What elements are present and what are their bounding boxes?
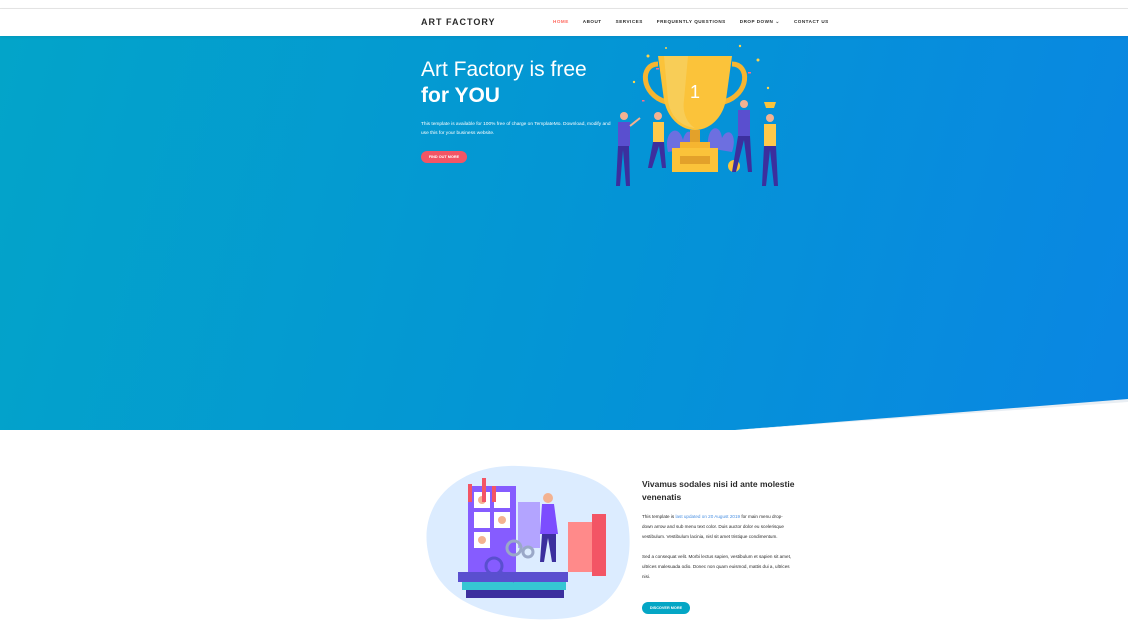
site-logo[interactable]: ART FACTORY xyxy=(421,17,496,27)
about-paragraph-2: Sed a consequat velit. Morbi lectus sapi… xyxy=(642,554,792,579)
find-out-more-button[interactable]: FIND OUT MORE xyxy=(421,151,467,163)
nav-drop-down-label: DROP DOWN xyxy=(739,19,774,24)
hero-title-line2: for YOU xyxy=(421,84,500,107)
about-text: This template is last updated on 20 Augu… xyxy=(642,512,792,582)
nav-about[interactable]: ABOUT xyxy=(583,19,602,25)
last-updated-link[interactable]: last updated on 20 August 2019 xyxy=(675,514,740,519)
about-illustration xyxy=(426,465,630,620)
trophy-team-illustration: 1 xyxy=(616,44,778,186)
nav-drop-down[interactable]: DROP DOWN ⌄ xyxy=(740,19,780,25)
discover-more-button[interactable]: DISCOVER MORE xyxy=(642,602,690,614)
nav-home[interactable]: HOME xyxy=(553,19,569,25)
trophy-number: 1 xyxy=(690,82,700,102)
chevron-down-icon: ⌄ xyxy=(775,19,780,25)
nav-services[interactable]: SERVICES xyxy=(616,19,643,25)
hero-title-line1: Art Factory is free xyxy=(421,58,587,81)
main-nav: HOME ABOUT SERVICES FREQUENTLY QUESTIONS… xyxy=(553,19,843,25)
hero-description: This template is available for 100% free… xyxy=(421,122,611,136)
about-p1-start: This template is xyxy=(642,514,676,519)
about-paragraph-1: This template is last updated on 20 Augu… xyxy=(642,512,792,542)
site-header: ART FACTORY HOME ABOUT SERVICES FREQUENT… xyxy=(0,9,1128,36)
hero-bottom-slant xyxy=(735,399,1128,430)
about-title: Vivamus sodales nisi id ante molestie ve… xyxy=(642,479,795,502)
hero-section: 1 xyxy=(0,36,1128,430)
nav-contact-us[interactable]: CONTACT US xyxy=(794,19,829,25)
nav-frequently-questions[interactable]: FREQUENTLY QUESTIONS xyxy=(657,19,726,25)
